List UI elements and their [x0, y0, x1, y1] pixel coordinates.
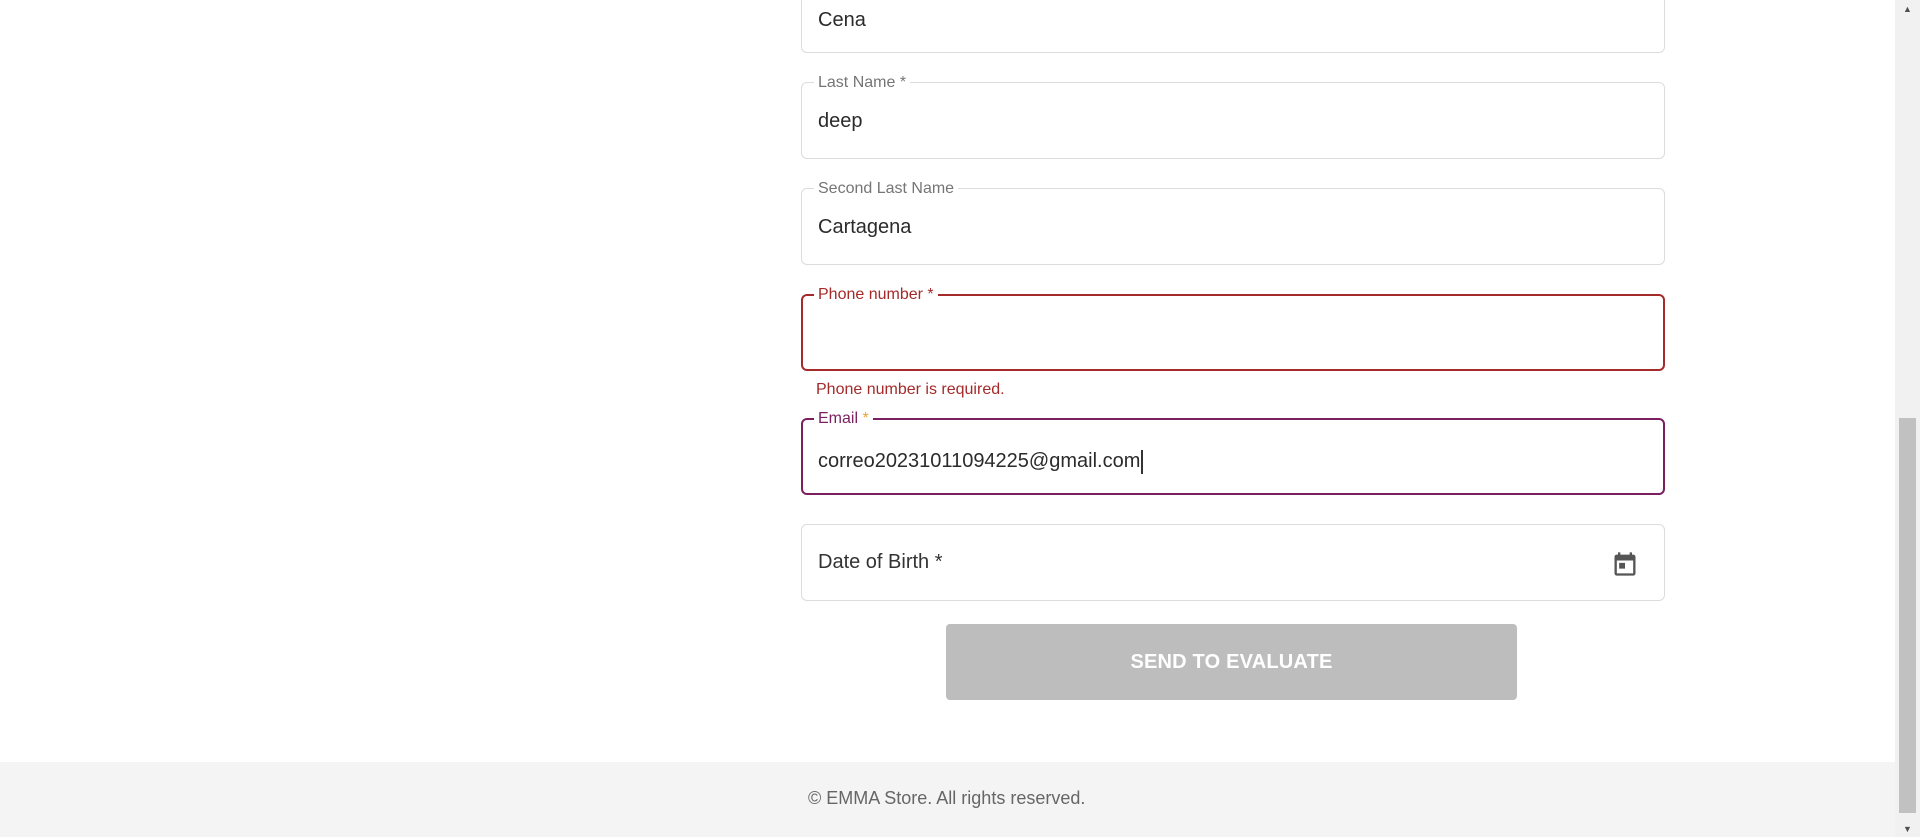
vertical-scrollbar[interactable]: ▲ ▼ [1895, 0, 1920, 837]
email-label: Email * [814, 410, 873, 428]
scroll-up-arrow-icon[interactable]: ▲ [1895, 0, 1920, 17]
footer: © EMMA Store. All rights reserved. [0, 762, 1895, 837]
second-last-name-field[interactable]: Second Last Name Cartagena [801, 180, 1665, 265]
last-name-label: Last Name * [814, 74, 911, 92]
email-value-wrap: correo20231011094225@gmail.com [818, 449, 1144, 474]
email-value: correo20231011094225@gmail.com [818, 450, 1141, 472]
scrollbar-thumb[interactable] [1899, 418, 1916, 813]
calendar-icon[interactable] [1611, 550, 1639, 578]
send-to-evaluate-button[interactable]: SEND TO EVALUATE [946, 624, 1517, 700]
email-label-text: Email [818, 410, 859, 427]
scroll-down-arrow-icon[interactable]: ▼ [1895, 820, 1920, 837]
footer-copyright: © EMMA Store. All rights reserved. [808, 788, 1086, 808]
date-of-birth-placeholder: Date of Birth * [818, 551, 943, 573]
last-name-field[interactable]: Last Name * deep [801, 74, 1665, 159]
page: Cena Last Name * deep Second Last Name C… [0, 0, 1920, 837]
email-field[interactable]: Email * correo20231011094225@gmail.com [801, 410, 1665, 495]
second-last-name-label: Second Last Name [814, 180, 959, 198]
required-mark: * [862, 410, 869, 427]
date-of-birth-field[interactable]: Date of Birth * [801, 524, 1665, 601]
first-name-value: Cena [818, 9, 866, 31]
phone-number-label: Phone number * [814, 286, 938, 304]
first-name-field[interactable]: Cena [801, 0, 1665, 53]
text-caret [1141, 449, 1144, 474]
phone-number-error: Phone number is required. [816, 381, 1005, 398]
phone-number-field[interactable]: Phone number * [801, 286, 1665, 371]
second-last-name-value: Cartagena [818, 216, 912, 238]
last-name-value: deep [818, 110, 863, 132]
